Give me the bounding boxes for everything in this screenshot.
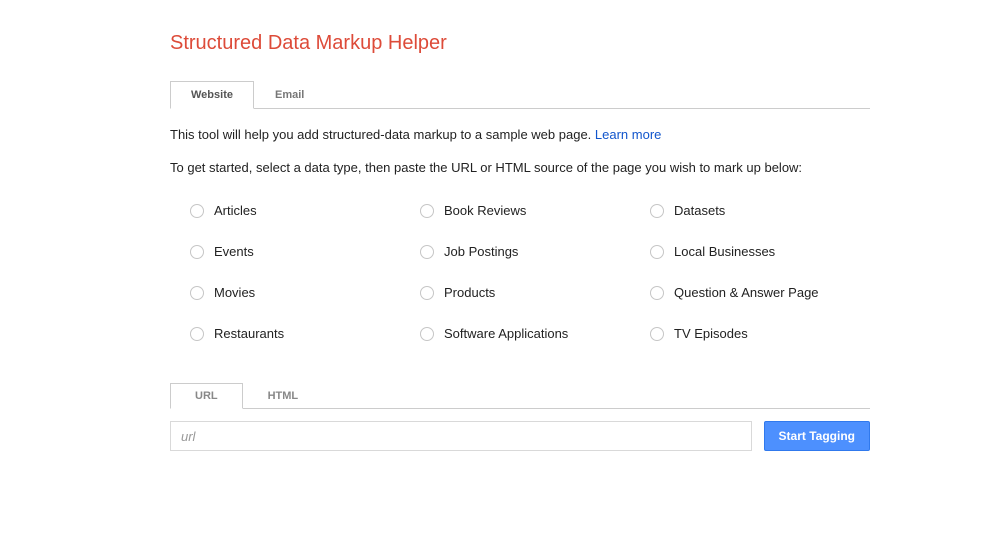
learn-more-link[interactable]: Learn more bbox=[595, 127, 661, 142]
radio-job-postings[interactable]: Job Postings bbox=[420, 244, 640, 259]
radio-label: TV Episodes bbox=[674, 326, 748, 341]
radio-tv-episodes[interactable]: TV Episodes bbox=[650, 326, 870, 341]
radio-label: Book Reviews bbox=[444, 203, 526, 218]
input-row: Start Tagging bbox=[170, 421, 870, 451]
tab-html[interactable]: HTML bbox=[243, 383, 324, 409]
radio-icon bbox=[650, 245, 664, 259]
start-tagging-button[interactable]: Start Tagging bbox=[764, 421, 870, 451]
radio-events[interactable]: Events bbox=[190, 244, 410, 259]
radio-icon bbox=[190, 245, 204, 259]
radio-products[interactable]: Products bbox=[420, 285, 640, 300]
radio-label: Job Postings bbox=[444, 244, 518, 259]
radio-qa-page[interactable]: Question & Answer Page bbox=[650, 285, 870, 300]
radio-icon bbox=[420, 204, 434, 218]
page-title: Structured Data Markup Helper bbox=[170, 32, 870, 55]
radio-label: Question & Answer Page bbox=[674, 285, 819, 300]
top-tabs: Website Email bbox=[170, 79, 870, 109]
radio-label: Datasets bbox=[674, 203, 725, 218]
radio-local-businesses[interactable]: Local Businesses bbox=[650, 244, 870, 259]
radio-icon bbox=[420, 286, 434, 300]
instructions-text: To get started, select a data type, then… bbox=[170, 160, 870, 175]
radio-label: Movies bbox=[214, 285, 255, 300]
input-mode-tabs: URL HTML bbox=[170, 381, 870, 409]
radio-restaurants[interactable]: Restaurants bbox=[190, 326, 410, 341]
radio-label: Products bbox=[444, 285, 495, 300]
radio-icon bbox=[420, 245, 434, 259]
radio-icon bbox=[650, 327, 664, 341]
radio-label: Software Applications bbox=[444, 326, 568, 341]
data-type-grid: Articles Book Reviews Datasets Events Jo… bbox=[170, 203, 870, 341]
main-container: Structured Data Markup Helper Website Em… bbox=[170, 32, 870, 451]
radio-datasets[interactable]: Datasets bbox=[650, 203, 870, 218]
radio-label: Local Businesses bbox=[674, 244, 775, 259]
radio-icon bbox=[650, 286, 664, 300]
radio-icon bbox=[190, 286, 204, 300]
radio-articles[interactable]: Articles bbox=[190, 203, 410, 218]
radio-book-reviews[interactable]: Book Reviews bbox=[420, 203, 640, 218]
radio-icon bbox=[190, 327, 204, 341]
radio-label: Events bbox=[214, 244, 254, 259]
intro-text: This tool will help you add structured-d… bbox=[170, 127, 870, 142]
radio-label: Articles bbox=[214, 203, 257, 218]
tab-email[interactable]: Email bbox=[254, 81, 325, 109]
tab-url[interactable]: URL bbox=[170, 383, 243, 409]
url-input[interactable] bbox=[170, 421, 752, 451]
radio-icon bbox=[190, 204, 204, 218]
radio-software-applications[interactable]: Software Applications bbox=[420, 326, 640, 341]
radio-movies[interactable]: Movies bbox=[190, 285, 410, 300]
radio-icon bbox=[420, 327, 434, 341]
tab-website[interactable]: Website bbox=[170, 81, 254, 109]
radio-icon bbox=[650, 204, 664, 218]
intro-body: This tool will help you add structured-d… bbox=[170, 127, 595, 142]
radio-label: Restaurants bbox=[214, 326, 284, 341]
